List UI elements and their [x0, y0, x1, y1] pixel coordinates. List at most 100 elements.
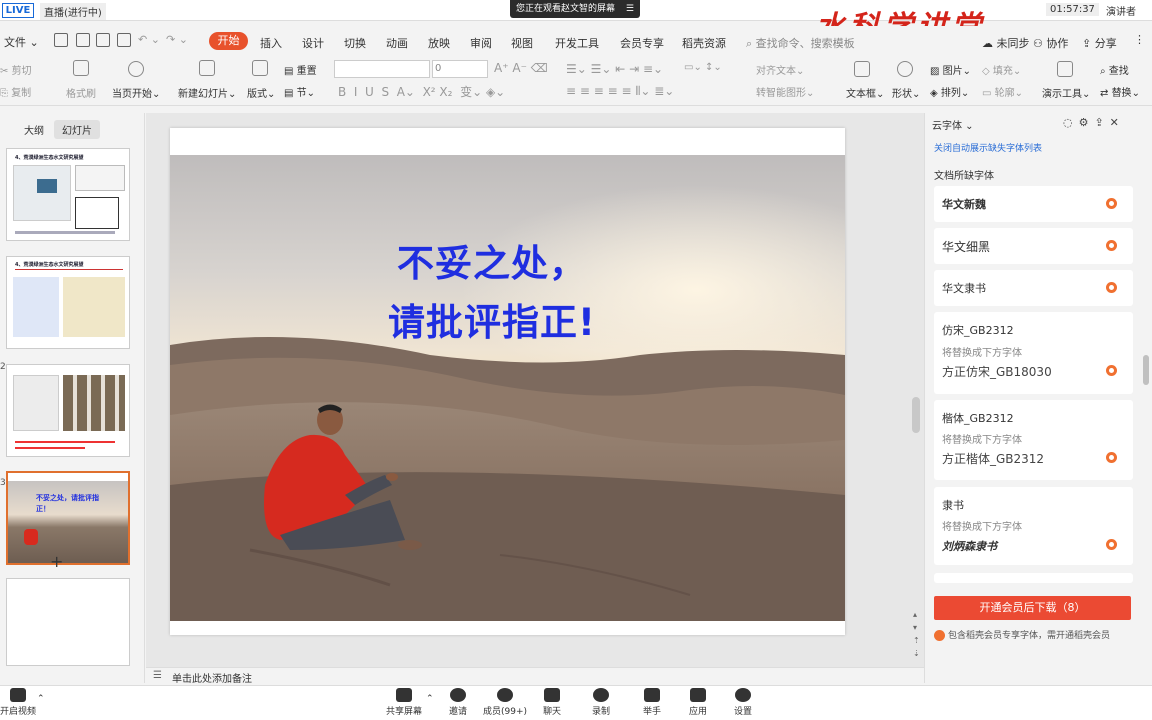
text-direction-icon[interactable]: ▭⌄ ↕⌄	[684, 62, 722, 73]
tab-design[interactable]: 设计	[302, 35, 324, 51]
watch-banner[interactable]: 您正在观看赵文智的屏幕 ☰	[510, 0, 640, 18]
save-icon[interactable]	[54, 33, 68, 47]
file-menu[interactable]: 文件 ⌄	[4, 34, 39, 50]
undo-icon[interactable]: ↶ ⌄	[138, 33, 160, 46]
tab-member[interactable]: 会员专享	[620, 35, 664, 51]
slide-title-line2[interactable]: 请批评指正!	[388, 292, 596, 346]
copy-button[interactable]: ⎘ 复制	[0, 84, 31, 99]
video-button[interactable]: 开启视频	[0, 688, 36, 717]
play-from-current-button[interactable]: 当页开始⌄	[112, 85, 160, 100]
font-card[interactable]: 华文隶书	[934, 270, 1133, 306]
live-status[interactable]: 直播(进行中)	[40, 3, 106, 20]
textbox-icon[interactable]	[854, 61, 870, 77]
tab-start[interactable]: 开始	[209, 32, 248, 50]
shape-button[interactable]: 形状⌄	[892, 85, 920, 100]
align-icons[interactable]: ≡ ≡ ≡ ≡ ≡ ⫴⌄ ≣⌄	[566, 84, 674, 99]
raise-hand-button[interactable]: 举手	[632, 688, 672, 717]
tab-slides[interactable]: 幻灯片	[54, 120, 100, 139]
format-painter-button[interactable]: 格式刷	[66, 85, 96, 100]
play-icon[interactable]	[128, 61, 144, 77]
presentation-tools-icon[interactable]	[1057, 61, 1073, 77]
text-style-icons[interactable]: B I U S A⌄ X² X₂ 变⌄ ◈⌄	[338, 83, 505, 100]
font-family-select[interactable]	[334, 60, 430, 78]
add-slide-icon[interactable]: +	[50, 552, 63, 571]
collab-button[interactable]: ⚇ 协作	[1033, 35, 1068, 51]
tab-transition[interactable]: 切换	[344, 35, 366, 51]
scroll-arrows[interactable]: ▴ ▾ ⇡ ⇣	[913, 608, 920, 660]
shape-icon[interactable]	[897, 61, 913, 77]
find-button[interactable]: ⌕ 查找	[1100, 62, 1129, 77]
tab-outline[interactable]: 大纲	[16, 120, 52, 139]
invite-button[interactable]: 邀请	[438, 688, 478, 717]
font-grow-icon[interactable]: A⁺ A⁻ ⌫	[494, 61, 548, 75]
print-icon[interactable]	[96, 33, 110, 47]
tab-insert[interactable]: 插入	[260, 35, 282, 51]
panel-scrollbar[interactable]	[1143, 355, 1149, 385]
members-button[interactable]: 成员(99+)	[482, 688, 528, 717]
tab-docer[interactable]: 稻壳资源	[682, 35, 726, 51]
picture-button[interactable]: ▨ 图片⌄	[930, 62, 971, 77]
outline-button[interactable]: ▭ 轮廓⌄	[982, 84, 1023, 99]
slide-thumbnail[interactable]: 4、荒漠绿洲生态水文研究展望	[6, 256, 130, 349]
arrange-button[interactable]: ◈ 排列⌄	[930, 84, 969, 99]
slide-title-line1[interactable]: 不妥之处，	[397, 233, 587, 287]
tab-slideshow[interactable]: 放映	[428, 35, 450, 51]
tab-review[interactable]: 审阅	[470, 35, 492, 51]
export-icon[interactable]	[76, 33, 90, 47]
settings-button[interactable]: 设置	[723, 688, 763, 717]
panel-title[interactable]: 云字体 ⌄	[932, 117, 974, 132]
font-card[interactable]: 华文细黑	[934, 228, 1133, 264]
list-icons[interactable]: ☰⌄ ☰⌄ ⇤ ⇥ ≡⌄	[566, 62, 663, 76]
video-options-icon[interactable]: ⌃	[37, 694, 45, 704]
layout-button[interactable]: 版式⌄	[247, 85, 275, 100]
members-icon	[497, 688, 513, 702]
font-card[interactable]	[934, 573, 1133, 583]
align-text-button[interactable]: 对齐文本⌄	[756, 62, 804, 77]
replace-button[interactable]: ⇄ 替换⌄	[1100, 84, 1140, 99]
presentation-tools-button[interactable]: 演示工具⌄	[1042, 85, 1090, 100]
slide-thumbnail-active[interactable]: 不妥之处，请批评指正！	[6, 471, 130, 565]
font-card[interactable]: 华文新魏	[934, 186, 1133, 222]
new-slide-button[interactable]: 新建幻灯片⌄	[178, 85, 236, 100]
font-card[interactable]: 隶书 将替换成下方字体 刘炳森隶书	[934, 487, 1133, 565]
font-card[interactable]: 楷体_GB2312 将替换成下方字体 方正楷体_GB2312	[934, 400, 1133, 480]
chat-icon	[544, 688, 560, 702]
download-button[interactable]: 开通会员后下载（8）	[934, 596, 1131, 620]
member-font-badge-icon	[1106, 365, 1117, 376]
menu-icon[interactable]: ☰	[626, 0, 634, 18]
tab-view[interactable]: 视图	[511, 35, 533, 51]
new-slide-icon[interactable]	[199, 60, 215, 76]
command-search[interactable]: ⌕ 查找命令、搜索模板	[746, 35, 855, 51]
share-screen-button[interactable]: 共享屏幕	[384, 688, 424, 717]
font-size-select[interactable]: 0	[432, 60, 488, 78]
apps-button[interactable]: 应用	[678, 688, 718, 717]
font-card[interactable]: 仿宋_GB2312 将替换成下方字体 方正仿宋_GB18030	[934, 312, 1133, 394]
share-options-icon[interactable]: ⌃	[426, 694, 434, 704]
close-auto-list-link[interactable]: 关闭自动展示缺失字体列表	[934, 141, 1042, 154]
redo-icon[interactable]: ↷ ⌄	[166, 33, 188, 46]
presenter-label[interactable]: 演讲者	[1106, 3, 1136, 18]
reset-button[interactable]: ▤ 重置	[284, 62, 317, 77]
sync-status[interactable]: ☁ 未同步	[982, 35, 1030, 51]
print-preview-icon[interactable]	[117, 33, 131, 47]
smartart-button[interactable]: 转智能图形⌄	[756, 84, 814, 99]
canvas-scrollbar[interactable]	[912, 397, 920, 433]
layout-icon[interactable]	[252, 60, 268, 76]
fill-button[interactable]: ◇ 填充⌄	[982, 62, 1021, 77]
slide-thumbnail[interactable]	[6, 364, 130, 457]
tab-developer[interactable]: 开发工具	[555, 35, 599, 51]
textbox-button[interactable]: 文本框⌄	[846, 85, 884, 100]
slide-thumbnail[interactable]	[6, 578, 130, 666]
section-button[interactable]: ▤ 节⌄	[284, 84, 315, 99]
format-painter-icon[interactable]	[73, 60, 89, 76]
cut-button[interactable]: ✂ 剪切	[0, 62, 32, 77]
chat-button[interactable]: 聊天	[532, 688, 572, 717]
record-button[interactable]: 录制	[581, 688, 621, 717]
tab-animation[interactable]: 动画	[386, 35, 408, 51]
desert-photo[interactable]	[170, 155, 845, 621]
more-icon[interactable]: ⋮	[1134, 33, 1145, 46]
share-button[interactable]: ⇪ 分享	[1082, 35, 1117, 51]
slide-thumbnail[interactable]: 4、荒漠绿洲生态水文研究展望	[6, 148, 130, 241]
notes-placeholder[interactable]: 单击此处添加备注	[172, 670, 252, 685]
panel-toolbar-icons[interactable]: ◌⚙⇪✕	[1063, 116, 1125, 129]
